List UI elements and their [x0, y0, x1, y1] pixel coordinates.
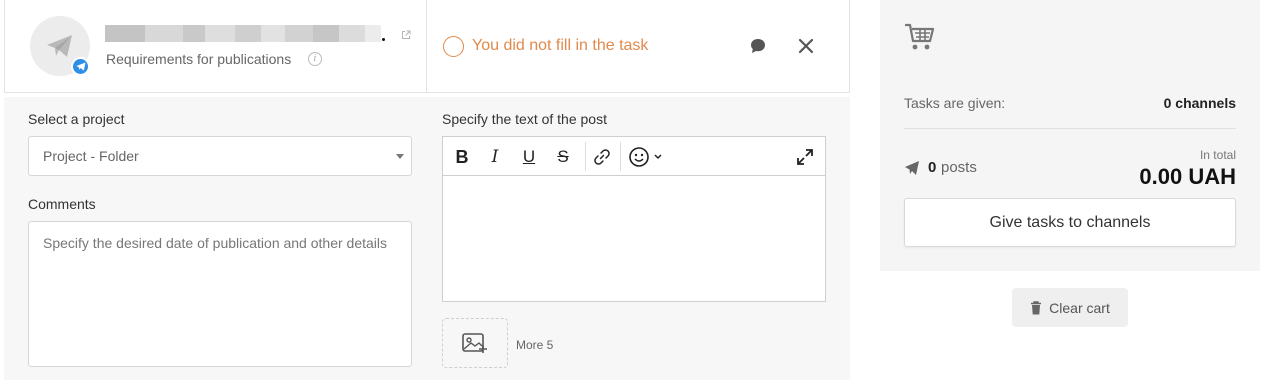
channel-name-redacted[interactable] — [105, 25, 381, 42]
post-text-label: Specify the text of the post — [442, 111, 607, 127]
comments-field[interactable]: Specify the desired date of publication … — [28, 221, 412, 367]
post-editor: B I U S — [442, 136, 826, 302]
cart-divider — [904, 128, 1236, 129]
comments-label: Comments — [28, 196, 96, 212]
shopping-cart-icon — [905, 23, 935, 50]
telegram-icon — [71, 57, 90, 76]
channel-name-dot — [382, 38, 385, 41]
strikethrough-icon[interactable]: S — [552, 146, 574, 168]
task-card: Requirements for publications i You did … — [4, 0, 850, 380]
more-count-label: More 5 — [516, 338, 554, 352]
project-select-value: Project - Folder — [43, 148, 139, 164]
toolbar-divider — [620, 142, 621, 171]
total-value: 0.00 UAH — [1139, 164, 1236, 189]
task-status: You did not fill in the task — [428, 0, 850, 92]
external-link-icon[interactable] — [401, 30, 411, 40]
posts-label: posts — [941, 159, 977, 176]
project-label: Select a project — [28, 111, 125, 127]
channel-info: Requirements for publications i — [5, 0, 427, 92]
clear-cart-button[interactable]: Clear cart — [1012, 288, 1128, 327]
bold-icon[interactable]: B — [451, 146, 473, 168]
chevron-down-icon — [396, 154, 404, 159]
clear-cart-label: Clear cart — [1049, 299, 1110, 316]
status-circle-icon — [443, 36, 464, 57]
close-icon[interactable] — [797, 37, 815, 55]
emoji-icon[interactable] — [627, 146, 669, 168]
task-form: Select a project Project - Folder Commen… — [4, 97, 850, 380]
requirements-label: Requirements for publications — [106, 51, 292, 67]
comments-placeholder: Specify the desired date of publication … — [43, 235, 388, 251]
status-text: You did not fill in the task — [472, 37, 649, 54]
paper-plane-icon — [47, 35, 72, 57]
cart-panel: Tasks are given: 0 channels 0 posts In t… — [880, 0, 1260, 271]
expand-icon[interactable] — [794, 146, 816, 168]
task-header: Requirements for publications i You did … — [4, 0, 850, 93]
post-text-area[interactable] — [443, 177, 825, 301]
tasks-given-label: Tasks are given: — [904, 95, 1006, 111]
posts-count: 0 — [928, 159, 937, 176]
project-select[interactable]: Project - Folder — [28, 136, 412, 176]
paper-plane-icon — [905, 161, 919, 175]
trash-icon — [1031, 300, 1042, 314]
underline-icon[interactable]: U — [518, 146, 540, 168]
tasks-given-value: 0 channels — [1163, 95, 1236, 111]
link-icon[interactable] — [591, 146, 613, 168]
add-image-icon — [462, 333, 487, 353]
comment-icon[interactable] — [749, 37, 767, 55]
toolbar-divider — [585, 142, 586, 171]
editor-toolbar: B I U S — [443, 137, 825, 176]
total-label: In total — [1199, 148, 1236, 162]
italic-icon[interactable]: I — [484, 146, 506, 168]
give-tasks-button[interactable]: Give tasks to channels — [904, 198, 1236, 247]
info-icon[interactable]: i — [308, 52, 322, 66]
add-image-button[interactable] — [442, 318, 508, 368]
